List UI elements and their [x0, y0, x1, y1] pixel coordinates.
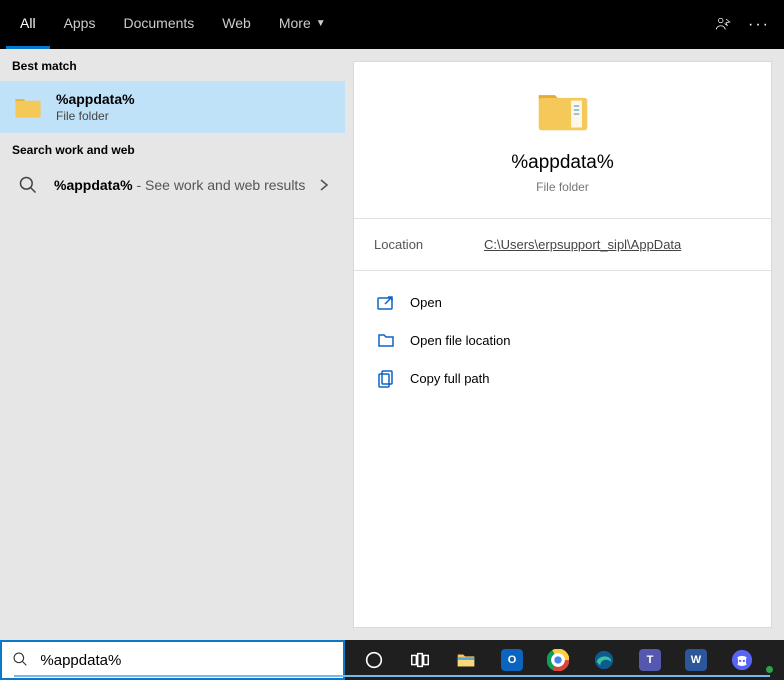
taskbar-taskview[interactable] [397, 640, 443, 680]
web-result-query: %appdata% [54, 177, 133, 193]
folder-icon [14, 95, 42, 119]
taskbar-word[interactable]: W [673, 640, 719, 680]
feedback-icon[interactable] [706, 8, 740, 42]
tab-more[interactable]: More ▼ [265, 0, 340, 49]
action-open-location-label: Open file location [410, 333, 510, 348]
best-match-title: %appdata% [56, 91, 135, 107]
search-input[interactable] [40, 652, 333, 669]
taskbar-chrome[interactable] [535, 640, 581, 680]
taskbar-cortana[interactable] [351, 640, 397, 680]
taskbar-edge[interactable] [581, 640, 627, 680]
web-result-text: %appdata% - See work and web results [54, 177, 305, 193]
action-copy-path[interactable]: Copy full path [362, 359, 763, 397]
web-section-header: Search work and web [0, 133, 345, 165]
taskbar-file-explorer[interactable] [443, 640, 489, 680]
action-copy-path-label: Copy full path [410, 371, 490, 386]
open-icon [376, 293, 396, 311]
best-match-header: Best match [0, 49, 345, 81]
detail-subtitle: File folder [536, 180, 589, 194]
results-column: Best match %appdata% File folder Search … [0, 49, 345, 640]
best-match-result[interactable]: %appdata% File folder [0, 81, 345, 133]
location-label: Location [374, 237, 484, 252]
chevron-down-icon: ▼ [316, 18, 326, 29]
taskbar: O T W [345, 640, 784, 680]
tab-documents[interactable]: Documents [109, 0, 208, 49]
web-result-suffix: - See work and web results [133, 177, 306, 193]
tab-more-label: More [279, 15, 311, 31]
detail-panel: %appdata% File folder Location C:\Users\… [353, 61, 772, 628]
chevron-right-icon [319, 178, 329, 192]
bottom-bar: O T W [0, 640, 784, 680]
folder-icon [536, 86, 590, 134]
taskbar-outlook[interactable]: O [489, 640, 535, 680]
taskbar-teams[interactable]: T [627, 640, 673, 680]
taskbar-discord[interactable] [719, 640, 765, 680]
tab-web[interactable]: Web [208, 0, 265, 49]
action-open[interactable]: Open [362, 283, 763, 321]
search-icon [12, 651, 28, 669]
copy-icon [376, 369, 396, 387]
tab-apps[interactable]: Apps [50, 0, 110, 49]
options-icon[interactable]: ··· [740, 16, 778, 34]
web-result[interactable]: %appdata% - See work and web results [0, 165, 345, 205]
detail-title: %appdata% [511, 152, 613, 174]
status-available-icon [765, 665, 774, 674]
tab-all[interactable]: All [6, 0, 50, 49]
folder-open-icon [376, 331, 396, 349]
search-filter-tabs: All Apps Documents Web More ▼ ··· [0, 0, 784, 49]
location-value[interactable]: C:\Users\erpsupport_sipl\AppData [484, 237, 681, 252]
search-icon [18, 175, 38, 195]
search-box[interactable] [0, 640, 345, 680]
detail-location-row: Location C:\Users\erpsupport_sipl\AppDat… [354, 218, 771, 271]
action-open-location[interactable]: Open file location [362, 321, 763, 359]
best-match-subtitle: File folder [56, 109, 135, 123]
action-open-label: Open [410, 295, 442, 310]
